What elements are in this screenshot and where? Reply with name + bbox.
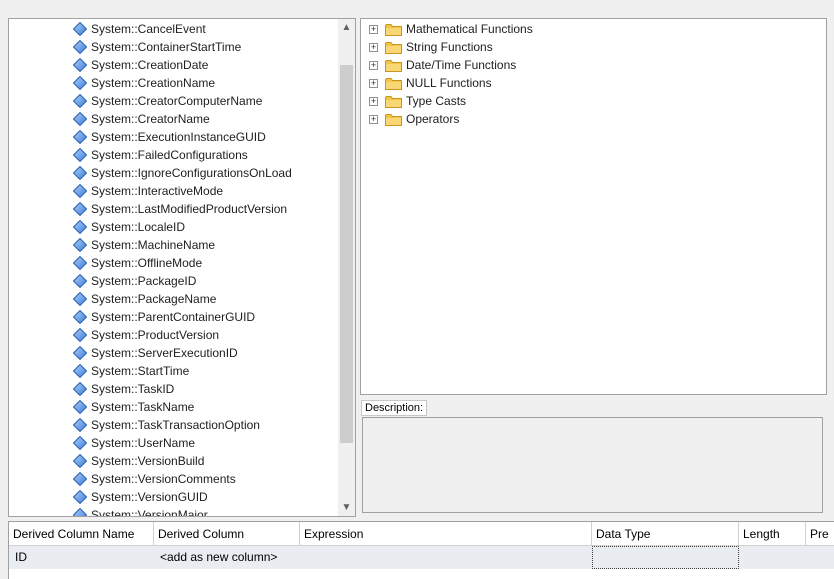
variable-diamond-icon (73, 274, 87, 288)
expand-plus-icon[interactable]: + (369, 97, 378, 106)
variable-diamond-icon (73, 76, 87, 90)
variable-diamond-icon (73, 148, 87, 162)
variable-diamond-icon (73, 346, 87, 360)
column-header-length[interactable]: Length (739, 522, 806, 546)
variable-label: System::VersionBuild (91, 454, 205, 468)
variable-label: System::ServerExecutionID (91, 346, 238, 360)
variable-label: System::ExecutionInstanceGUID (91, 130, 266, 144)
variable-diamond-icon (73, 490, 87, 504)
variable-label: System::PackageID (91, 274, 197, 288)
scroll-down-icon[interactable]: ▼ (338, 499, 355, 516)
column-header-derived-column-name[interactable]: Derived Column Name (9, 522, 154, 546)
cell-precision[interactable] (806, 546, 834, 569)
variable-diamond-icon (73, 364, 87, 378)
folder-icon (385, 24, 402, 36)
variables-list: System::CancelEventSystem::ContainerStar… (9, 19, 338, 516)
variable-label: System::CreatorComputerName (91, 94, 263, 108)
variable-label: System::TaskName (91, 400, 195, 414)
variable-label: System::ProductVersion (91, 328, 220, 342)
expand-plus-icon[interactable]: + (369, 61, 378, 70)
variable-diamond-icon (73, 220, 87, 234)
variable-diamond-icon (73, 40, 87, 54)
variable-label: System::ParentContainerGUID (91, 310, 256, 324)
folder-icon (385, 78, 402, 90)
expand-plus-icon[interactable]: + (369, 43, 378, 52)
variable-label: System::FailedConfigurations (91, 148, 248, 162)
variable-label: System::VersionGUID (91, 490, 208, 504)
cell-derived-column-name[interactable]: ID (9, 546, 154, 569)
variable-diamond-icon (73, 454, 87, 468)
variable-label: System::CancelEvent (91, 22, 206, 36)
expand-plus-icon[interactable]: + (369, 25, 378, 34)
variable-label: System::TaskID (91, 382, 175, 396)
scroll-thumb[interactable] (340, 65, 353, 443)
variable-diamond-icon (73, 400, 87, 414)
variable-label: System::IgnoreConfigurationsOnLoad (91, 166, 292, 180)
expand-plus-icon[interactable]: + (369, 79, 378, 88)
variable-diamond-icon (73, 328, 87, 342)
variable-label: System::StartTime (91, 364, 190, 378)
variables-scrollbar[interactable]: ▲ ▼ (338, 19, 355, 516)
variable-label: System::LastModifiedProductVersion (91, 202, 288, 216)
variable-diamond-icon (73, 382, 87, 396)
function-category-label: NULL Functions (406, 76, 492, 90)
variable-label: System::MachineName (91, 238, 216, 252)
empty-row[interactable] (9, 569, 834, 579)
variable-diamond-icon (73, 184, 87, 198)
variable-diamond-icon (73, 436, 87, 450)
variable-label: System::CreatorName (91, 112, 210, 126)
variable-diamond-icon (73, 238, 87, 252)
variable-diamond-icon (73, 58, 87, 72)
function-category-label: String Functions (406, 40, 493, 54)
variable-label: System::VersionMajor (91, 508, 208, 516)
variable-label: System::CreationName (91, 76, 216, 90)
folder-icon (385, 42, 402, 54)
functions-tree[interactable]: + Mathematical Functions + String Functions… (360, 18, 827, 395)
variable-diamond-icon (73, 94, 87, 108)
description-box (362, 417, 823, 513)
variable-label: System::VersionComments (91, 472, 236, 486)
variable-label: System::PackageName (91, 292, 217, 306)
cell-data-type[interactable] (592, 546, 739, 569)
variable-diamond-icon (73, 112, 87, 126)
variable-diamond-icon (73, 292, 87, 306)
expand-plus-icon[interactable]: + (369, 115, 378, 124)
variable-diamond-icon (73, 22, 87, 36)
folder-icon (385, 114, 402, 126)
variable-label: System::CreationDate (91, 58, 209, 72)
derived-column-grid[interactable]: Derived Column Name Derived Column Express… (8, 521, 834, 579)
folder-icon (385, 96, 402, 108)
folder-icon (385, 60, 402, 72)
cell-expression[interactable] (300, 546, 592, 569)
variable-diamond-icon (73, 472, 87, 486)
column-header-expression[interactable]: Expression (300, 522, 592, 546)
variable-diamond-icon (73, 130, 87, 144)
variable-label: System::InteractiveMode (91, 184, 224, 198)
function-category-label: Date/Time Functions (406, 58, 517, 72)
variable-diamond-icon (73, 202, 87, 216)
description-label: Description: (361, 400, 428, 416)
column-header-derived-column[interactable]: Derived Column (154, 522, 300, 546)
variable-diamond-icon (73, 256, 87, 270)
function-category-label: Operators (406, 112, 460, 126)
scroll-up-icon[interactable]: ▲ (338, 19, 355, 36)
column-header-precision[interactable]: Pre (806, 522, 834, 546)
variable-diamond-icon (73, 166, 87, 180)
variable-label: System::TaskTransactionOption (91, 418, 260, 432)
variable-label: System::LocaleID (91, 220, 186, 234)
variable-label: System::OfflineMode (91, 256, 203, 270)
variable-diamond-icon (73, 310, 87, 324)
cell-length[interactable] (739, 546, 806, 569)
function-category-label: Mathematical Functions (406, 22, 533, 36)
variable-label: System::UserName (91, 436, 196, 450)
function-category-label: Type Casts (406, 94, 467, 108)
variables-tree[interactable]: System::CancelEventSystem::ContainerStar… (8, 18, 356, 517)
variable-label: System::ContainerStartTime (91, 40, 242, 54)
column-header-data-type[interactable]: Data Type (592, 522, 739, 546)
variable-diamond-icon (73, 508, 87, 516)
cell-derived-column[interactable]: <add as new column> (154, 546, 300, 569)
variable-diamond-icon (73, 418, 87, 432)
